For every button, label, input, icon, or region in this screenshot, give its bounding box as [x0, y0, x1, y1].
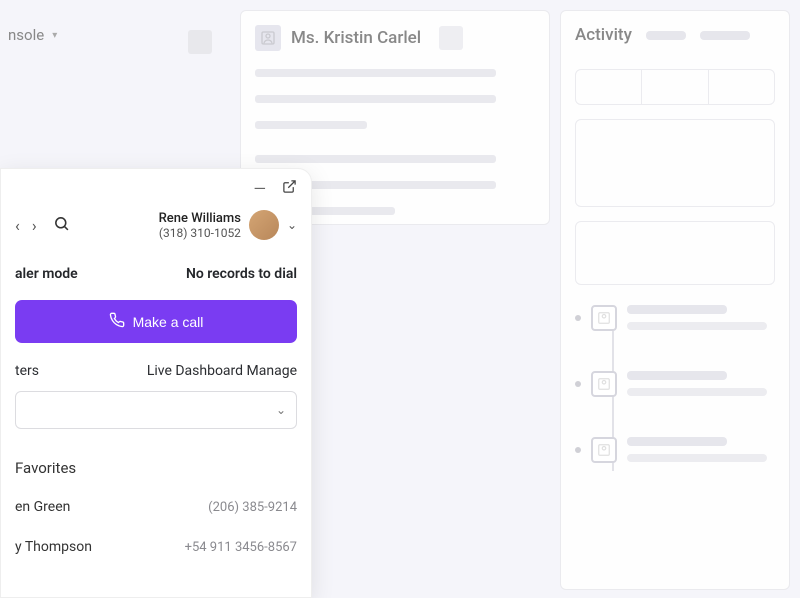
chevron-down-icon: ⌄ [287, 218, 297, 232]
forward-icon[interactable]: › [32, 216, 37, 235]
favorite-phone: +54 911 3456-8567 [185, 540, 297, 555]
user-phone: (318) 310-1052 [159, 226, 241, 240]
timeline-dot [575, 315, 581, 321]
activity-panel: Activity [560, 10, 790, 590]
background-left-nav: nsole ▾ [0, 15, 220, 55]
favorite-contact-row[interactable]: y Thompson +54 911 3456-8567 [1, 527, 311, 567]
skeleton-line [255, 95, 496, 103]
dialer-window-controls: — [1, 169, 311, 202]
activity-timeline [575, 305, 775, 463]
skeleton-line [255, 69, 496, 77]
current-user[interactable]: Rene Williams (318) 310-1052 ⌄ [159, 210, 297, 240]
skeleton-line [255, 155, 496, 163]
chevron-down-icon: ▾ [52, 30, 57, 41]
contact-card-header: Ms. Kristin Carlel [255, 25, 535, 51]
favorite-phone: (206) 385-9214 [208, 500, 297, 515]
contact-name: Ms. Kristin Carlel [291, 28, 421, 48]
contact-badge-icon [591, 437, 617, 463]
activity-compose-box [575, 119, 775, 207]
nav-arrows: ‹ › [15, 216, 37, 235]
timeline-dot [575, 447, 581, 453]
skeleton-line [627, 322, 767, 330]
contact-extra-icon [439, 26, 463, 50]
favorite-name: en Green [15, 499, 70, 515]
timeline-dot [575, 381, 581, 387]
user-name: Rene Williams [159, 211, 241, 226]
skeleton-line [627, 454, 767, 462]
skeleton-line [627, 437, 727, 446]
favorite-contact-row[interactable]: en Green (206) 385-9214 [1, 487, 311, 527]
activity-title: Activity [575, 25, 632, 45]
dialer-popup: — ‹ › Rene Williams (318) 310-1052 ⌄ ale… [0, 168, 312, 598]
minimize-icon[interactable]: — [254, 181, 267, 197]
timeline-item [575, 371, 775, 397]
back-icon[interactable]: ‹ [15, 216, 20, 235]
skeleton-pill [700, 31, 750, 40]
avatar [249, 210, 279, 240]
contact-badge-icon [591, 305, 617, 331]
popout-icon[interactable] [282, 179, 297, 198]
filters-link[interactable]: ters [15, 363, 39, 379]
dialer-links-row: ters Live Dashboard Manage [1, 353, 311, 385]
dialer-header: ‹ › Rene Williams (318) 310-1052 ⌄ [1, 202, 311, 254]
background-toolbar-icon [188, 30, 212, 54]
contact-icon [255, 25, 281, 51]
activity-filter-box [575, 221, 775, 285]
live-dashboard-link[interactable]: Live Dashboard Manage [147, 363, 297, 379]
favorites-heading: Favorites [1, 443, 311, 487]
chevron-down-icon: ⌄ [276, 403, 286, 417]
call-button-label: Make a call [133, 314, 204, 330]
phone-icon [109, 312, 125, 331]
skeleton-line [627, 388, 767, 396]
dialer-mode-label: aler mode [15, 266, 78, 282]
make-a-call-button[interactable]: Make a call [15, 300, 297, 343]
contact-badge-icon [591, 371, 617, 397]
left-nav-label: nsole [8, 26, 44, 44]
dialer-mode-row: aler mode No records to dial [1, 254, 311, 290]
skeleton-line [627, 371, 727, 380]
search-icon[interactable] [53, 215, 70, 236]
dialer-status-text: No records to dial [186, 266, 297, 282]
favorite-name: y Thompson [15, 539, 92, 555]
activity-tabs [575, 69, 775, 105]
dialer-dropdown[interactable]: ⌄ [15, 391, 297, 429]
timeline-item [575, 305, 775, 331]
timeline-item [575, 437, 775, 463]
skeleton-pill [646, 31, 686, 40]
skeleton-line [627, 305, 727, 314]
skeleton-line [255, 121, 367, 129]
